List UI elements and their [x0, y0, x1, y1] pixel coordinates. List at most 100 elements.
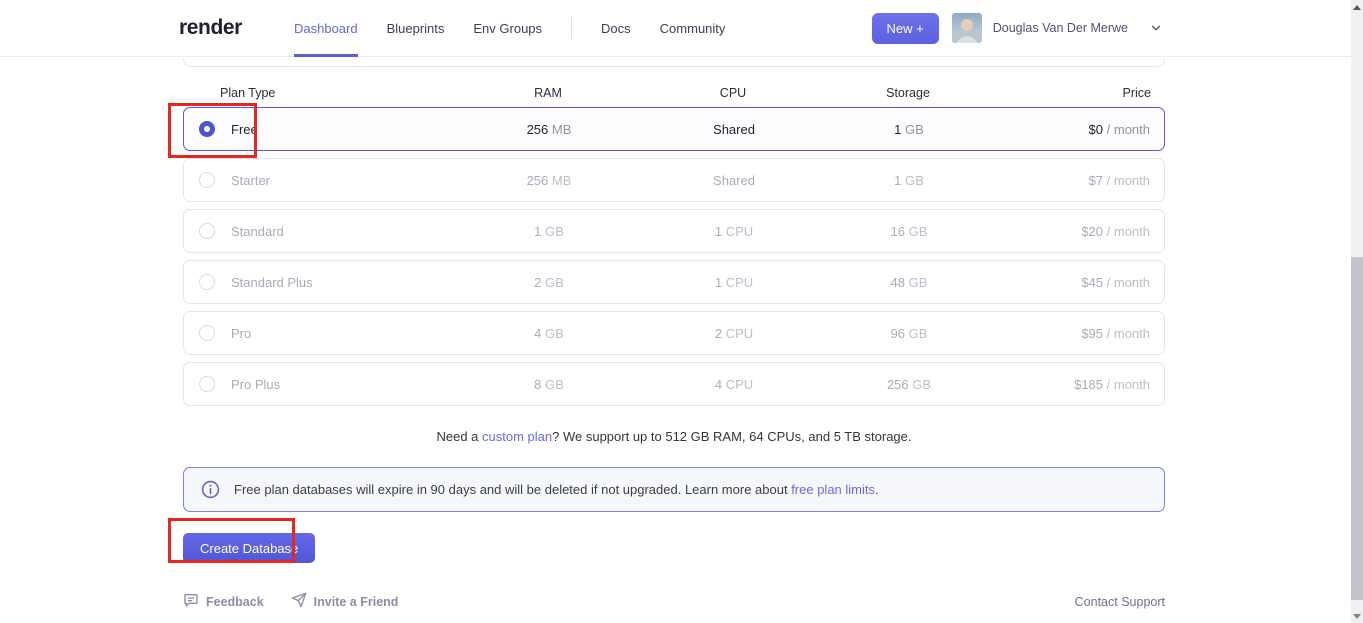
scrollbar-thumb[interactable]	[1351, 257, 1363, 600]
avatar-photo	[952, 13, 982, 43]
chevron-down-icon[interactable]	[1149, 21, 1163, 35]
ram-value: 2	[534, 275, 541, 290]
storage-value: 256	[887, 377, 909, 392]
nav-links: Dashboard Blueprints Env Groups Docs Com…	[294, 0, 725, 57]
ram-unit: MB	[552, 173, 572, 188]
plan-row-pro-plus[interactable]: Pro Plus 8 GB 4 CPU 256 GB $185 / month	[183, 362, 1165, 406]
invite-friend-label: Invite a Friend	[314, 595, 399, 609]
cpu-unit: CPU	[726, 275, 753, 290]
cpu-unit: CPU	[726, 326, 753, 341]
user-name[interactable]: Douglas Van Der Merwe	[993, 21, 1128, 35]
price-unit: / month	[1107, 275, 1150, 290]
vertical-scrollbar[interactable]	[1351, 0, 1363, 623]
cpu-value: 1	[715, 275, 722, 290]
cpu-value: 1	[715, 224, 722, 239]
price-value: $95	[1081, 326, 1103, 341]
price-value: $45	[1081, 275, 1103, 290]
storage-value: 16	[891, 224, 905, 239]
plan-row-standard-plus[interactable]: Standard Plus 2 GB 1 CPU 48 GB $45 / mon…	[183, 260, 1165, 304]
create-database-button[interactable]: Create Database	[183, 533, 315, 563]
custom-plan-link[interactable]: custom plan	[482, 429, 552, 444]
custom-plan-note: Need a custom plan? We support up to 512…	[183, 429, 1165, 444]
speech-bubble-icon	[183, 592, 199, 611]
nav-right-section: New + Douglas Van Der Merwe	[872, 13, 1163, 44]
storage-value: 1	[894, 122, 901, 137]
radio-unselected-icon[interactable]	[199, 172, 215, 188]
scrollbar-down-arrow[interactable]	[1351, 609, 1363, 623]
price-unit: / month	[1107, 122, 1150, 137]
header-storage: Storage	[823, 86, 993, 100]
nav-item-blueprints[interactable]: Blueprints	[387, 0, 445, 57]
free-plan-info-banner: Free plan databases will expire in 90 da…	[183, 467, 1165, 512]
radio-unselected-icon[interactable]	[199, 274, 215, 290]
ram-value: 4	[534, 326, 541, 341]
feedback-button[interactable]: Feedback	[183, 592, 264, 611]
nav-item-docs[interactable]: Docs	[601, 0, 631, 57]
cpu-value: 4	[715, 377, 722, 392]
ram-unit: GB	[545, 377, 564, 392]
plan-name: Starter	[231, 173, 270, 188]
header-price: Price	[993, 86, 1165, 100]
render-logo[interactable]: render	[179, 16, 242, 40]
ram-value: 8	[534, 377, 541, 392]
plan-name: Pro Plus	[231, 377, 280, 392]
radio-unselected-icon[interactable]	[199, 376, 215, 392]
info-icon	[201, 480, 220, 499]
plan-name: Standard Plus	[231, 275, 313, 290]
feedback-label: Feedback	[206, 595, 264, 609]
previous-section-cutoff-card	[183, 58, 1165, 67]
price-value: $20	[1081, 224, 1103, 239]
free-plan-limits-link[interactable]: free plan limits	[791, 482, 875, 497]
nav-item-community[interactable]: Community	[660, 0, 726, 57]
main-content: Plan Type RAM CPU Storage Price Free 256…	[183, 58, 1165, 611]
radio-unselected-icon[interactable]	[199, 325, 215, 341]
plan-name: Standard	[231, 224, 284, 239]
price-unit: / month	[1107, 173, 1150, 188]
storage-value: 1	[894, 173, 901, 188]
plan-row-starter[interactable]: Starter 256 MB Shared 1 GB $7 / month	[183, 158, 1165, 202]
ram-value: 1	[534, 224, 541, 239]
banner-text-end: .	[875, 482, 879, 497]
storage-unit: GB	[909, 275, 928, 290]
paper-plane-icon	[291, 592, 307, 611]
storage-unit: GB	[909, 224, 928, 239]
scrollbar-up-arrow[interactable]	[1351, 0, 1363, 14]
price-unit: / month	[1107, 377, 1150, 392]
plan-name: Pro	[231, 326, 251, 341]
cpu-value: 2	[715, 326, 722, 341]
banner-text-main: Free plan databases will expire in 90 da…	[234, 482, 791, 497]
user-avatar[interactable]	[952, 13, 982, 43]
price-unit: / month	[1107, 326, 1150, 341]
storage-value: 48	[891, 275, 905, 290]
plan-row-free[interactable]: Free 256 MB Shared 1 GB $0 / month	[183, 107, 1165, 151]
plan-row-pro[interactable]: Pro 4 GB 2 CPU 96 GB $95 / month	[183, 311, 1165, 355]
cpu-value: Shared	[713, 173, 755, 188]
ram-unit: GB	[545, 224, 564, 239]
storage-unit: GB	[909, 326, 928, 341]
storage-unit: GB	[905, 122, 924, 137]
plan-table-header: Plan Type RAM CPU Storage Price	[183, 86, 1165, 100]
cpu-unit: CPU	[726, 224, 753, 239]
page-footer: Feedback Invite a Friend Contact Support	[183, 592, 1165, 611]
plan-row-standard[interactable]: Standard 1 GB 1 CPU 16 GB $20 / month	[183, 209, 1165, 253]
radio-selected-icon[interactable]	[199, 121, 215, 137]
header-ram: RAM	[453, 86, 643, 100]
header-cpu: CPU	[643, 86, 823, 100]
header-plan-type: Plan Type	[183, 86, 453, 100]
plan-name: Free	[231, 122, 258, 137]
ram-unit: GB	[545, 326, 564, 341]
invite-friend-button[interactable]: Invite a Friend	[291, 592, 399, 611]
radio-unselected-icon[interactable]	[199, 223, 215, 239]
ram-value: 256	[527, 173, 549, 188]
price-value: $7	[1089, 173, 1103, 188]
storage-unit: GB	[912, 377, 931, 392]
ram-unit: GB	[545, 275, 564, 290]
new-button[interactable]: New +	[872, 13, 939, 44]
price-value: $185	[1074, 377, 1103, 392]
ram-unit: MB	[552, 122, 572, 137]
contact-support-link[interactable]: Contact Support	[1075, 595, 1165, 609]
cpu-value: Shared	[713, 122, 755, 137]
price-unit: / month	[1107, 224, 1150, 239]
nav-item-env-groups[interactable]: Env Groups	[473, 0, 542, 57]
nav-item-dashboard[interactable]: Dashboard	[294, 0, 358, 57]
